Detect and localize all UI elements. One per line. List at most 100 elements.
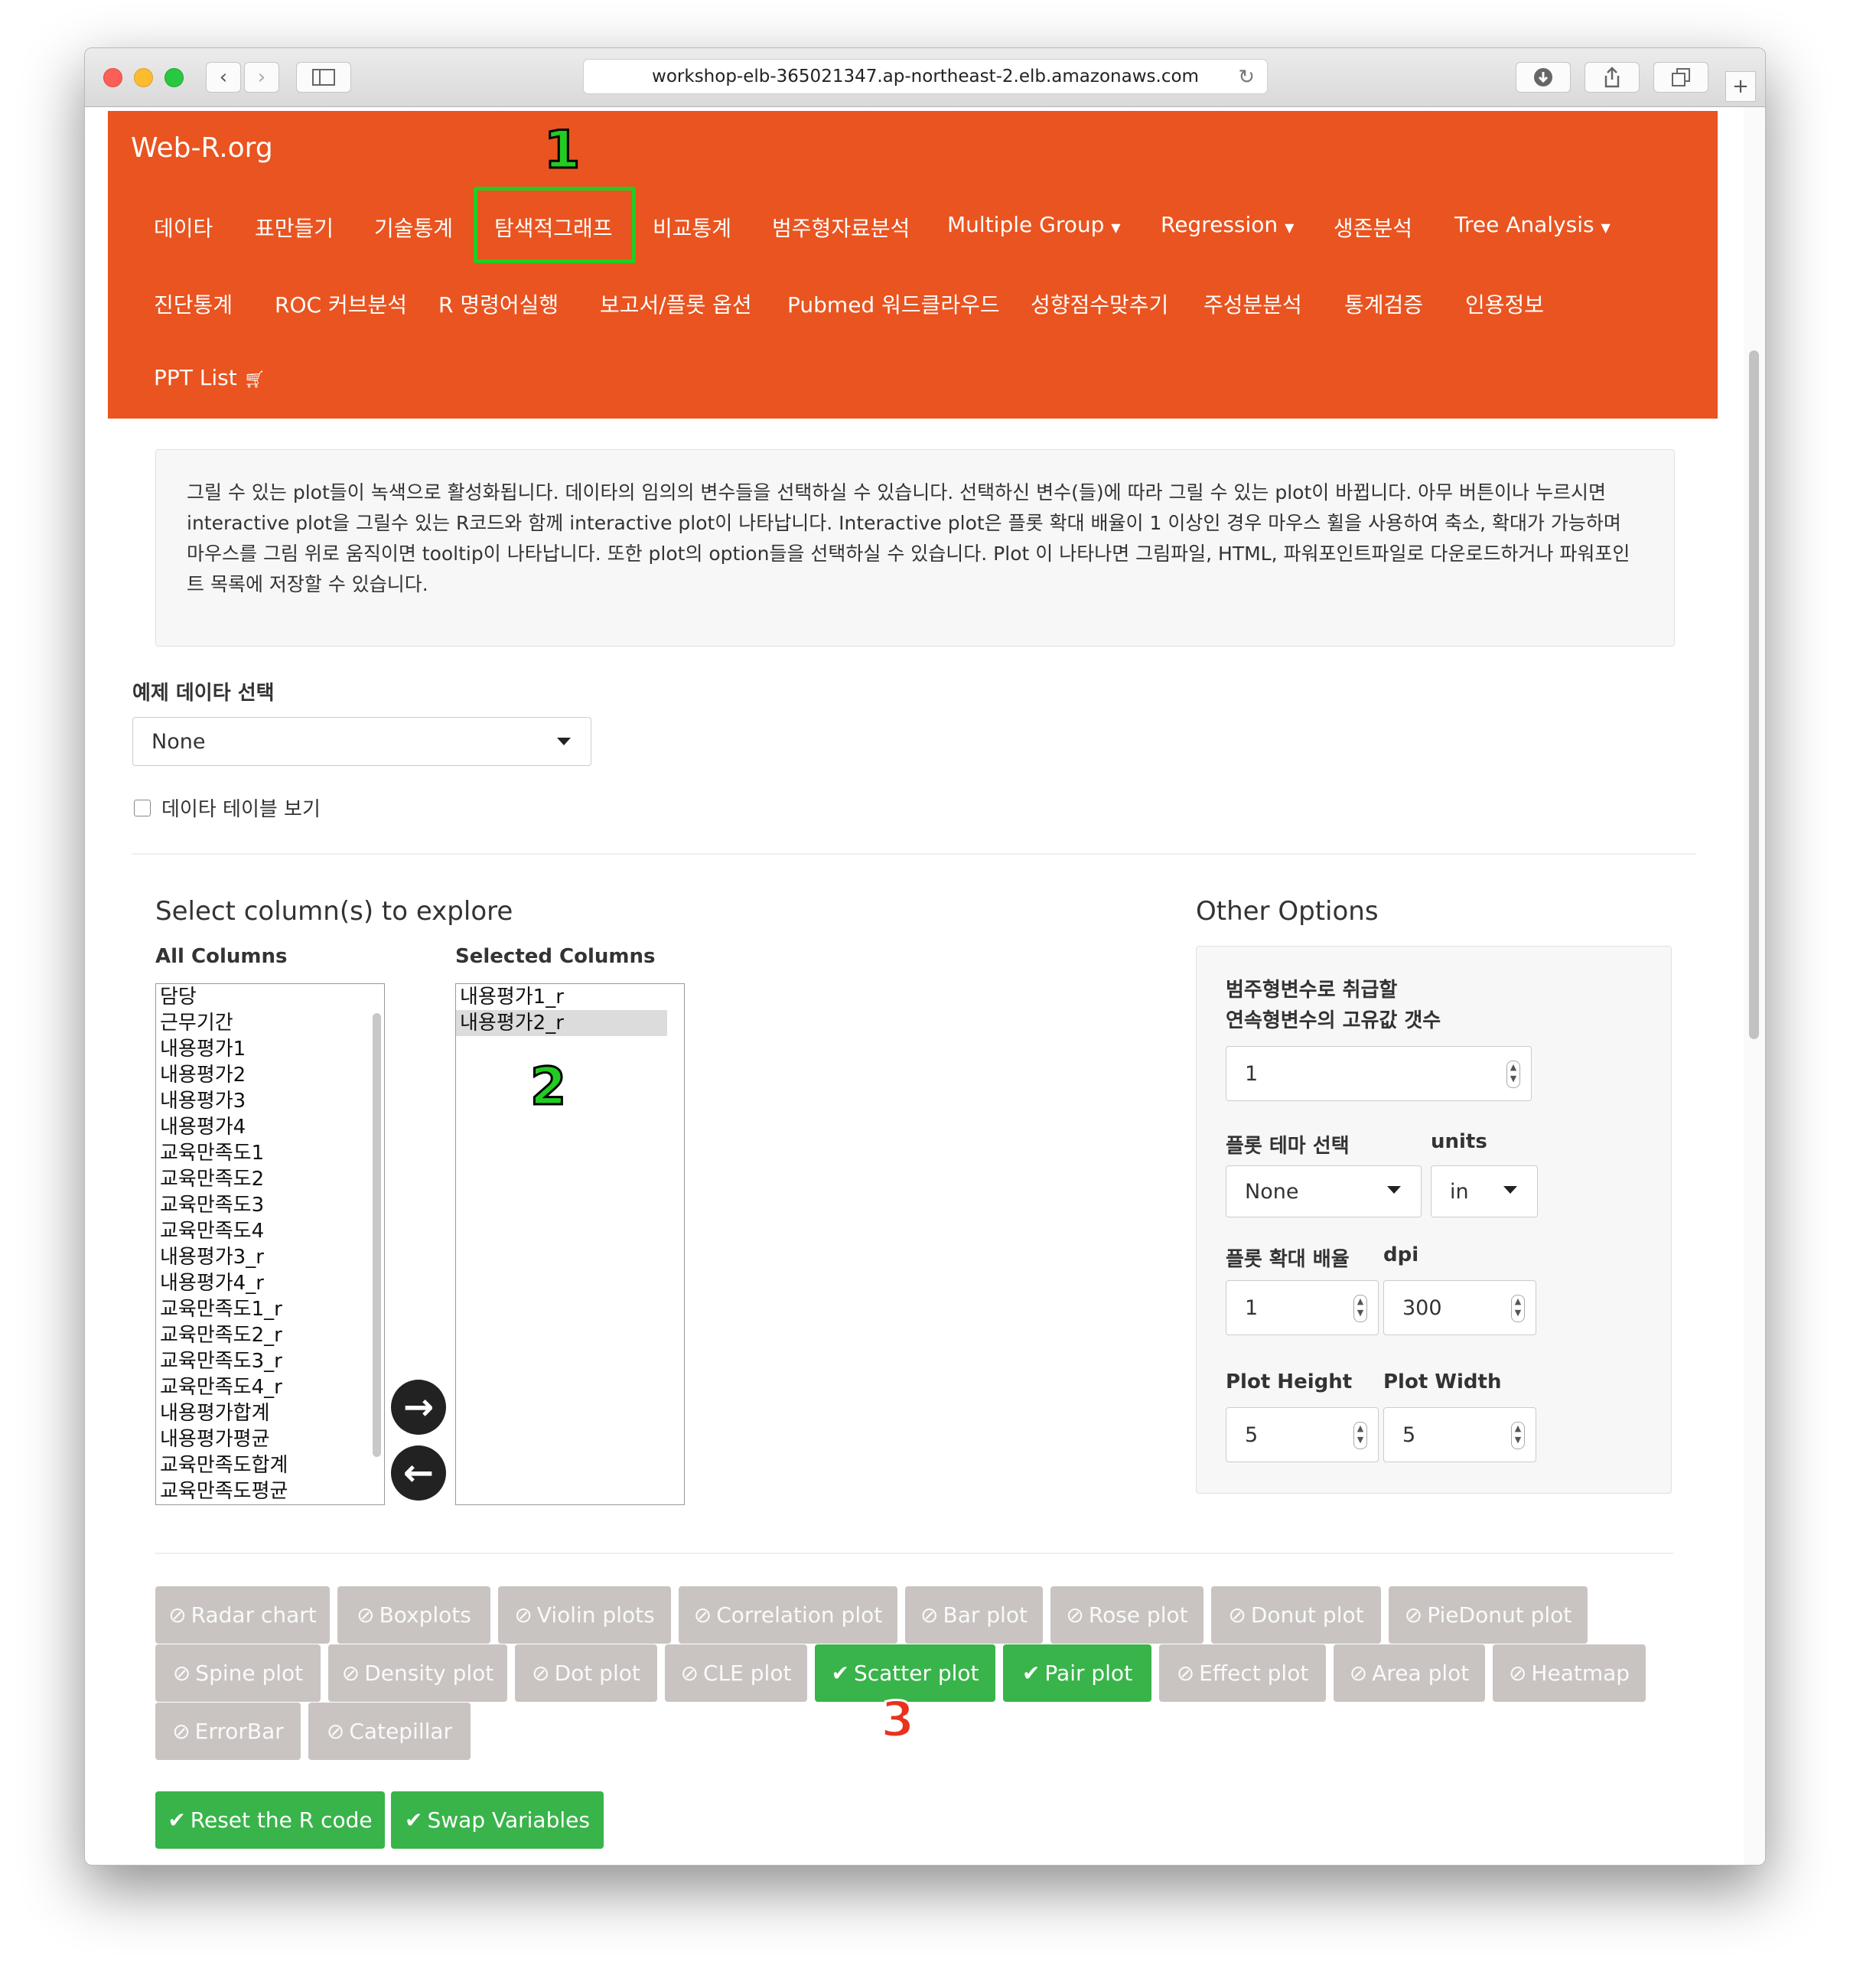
errorbar-button[interactable]: ⊘ ErrorBar [155, 1703, 301, 1760]
check-icon: ✔ [168, 1807, 186, 1833]
column-option[interactable]: 교육만족도4_r [156, 1374, 384, 1400]
units-select[interactable]: in [1431, 1165, 1538, 1217]
dot-plot-button[interactable]: ⊘ Dot plot [515, 1644, 657, 1702]
nav-item-descriptive[interactable]: 기술통계 [374, 212, 453, 243]
heatmap-button[interactable]: ⊘ Heatmap [1493, 1644, 1646, 1702]
nav-item-data[interactable]: 데이타 [154, 212, 213, 243]
nav-item-ppt-list[interactable]: PPT List 🛒︎ [154, 365, 265, 390]
column-option[interactable]: 교육만족도1 [156, 1140, 384, 1166]
area-plot-button[interactable]: ⊘ Area plot [1334, 1644, 1485, 1702]
catepillar-button[interactable]: ⊘ Catepillar [308, 1703, 471, 1760]
piedonut-plot-button[interactable]: ⊘ PieDonut plot [1389, 1586, 1588, 1644]
unique-values-input[interactable]: 1 ▲ ▼ [1226, 1046, 1532, 1101]
cle-plot-button[interactable]: ⊘ CLE plot [665, 1644, 807, 1702]
page-scrollbar[interactable] [1744, 107, 1765, 1865]
rose-plot-button[interactable]: ⊘ Rose plot [1050, 1586, 1203, 1644]
column-option[interactable]: 내용평가2 [156, 1062, 384, 1088]
nav-item-r-command[interactable]: R 명령어실행 [438, 288, 559, 319]
share-icon [1604, 67, 1620, 88]
plot-width-input[interactable]: 5 ▲ ▼ [1383, 1407, 1536, 1462]
minimize-window-button[interactable] [134, 68, 153, 87]
nav-item-stat-test[interactable]: 통계검증 [1344, 288, 1423, 319]
radar-chart-button[interactable]: ⊘ Radar chart [155, 1586, 330, 1644]
share-button[interactable] [1585, 62, 1640, 93]
forward-button[interactable]: › [244, 62, 279, 93]
nav-item-regression[interactable]: Regression ▼ [1161, 212, 1294, 237]
effect-plot-button[interactable]: ⊘ Effect plot [1159, 1644, 1326, 1702]
column-option[interactable]: 내용평가4_r [156, 1270, 384, 1296]
list-scrollbar[interactable] [373, 1013, 381, 1457]
nav-item-report-options[interactable]: 보고서/플롯 옵션 [600, 288, 752, 319]
address-bar[interactable]: workshop-elb-365021347.ap-northeast-2.el… [583, 59, 1268, 94]
boxplots-button[interactable]: ⊘ Boxplots [337, 1586, 490, 1644]
reload-icon[interactable]: ↻ [1238, 66, 1255, 89]
column-option[interactable]: 교육만족도3_r [156, 1348, 384, 1374]
reset-r-code-button[interactable]: ✔ Reset the R code [155, 1791, 385, 1849]
column-option[interactable]: 담당 [156, 984, 384, 1010]
nav-item-roc[interactable]: ROC 커브분석 [275, 288, 407, 319]
brand-logo[interactable]: Web-R.org [131, 132, 273, 164]
close-window-button[interactable] [103, 68, 122, 87]
nav-item-survival[interactable]: 생존분석 [1334, 212, 1412, 243]
downloads-button[interactable] [1516, 62, 1571, 93]
selected-columns-list[interactable]: 내용평가1_r 내용평가2_r [455, 983, 685, 1505]
nav-item-exploratory-graph[interactable]: 탐색적그래프 [494, 212, 613, 243]
plot-height-input[interactable]: 5 ▲ ▼ [1226, 1407, 1379, 1462]
stepper-icon[interactable]: ▲ ▼ [1511, 1295, 1525, 1322]
column-option[interactable]: 내용평가4 [156, 1114, 384, 1140]
column-option[interactable]: 교육만족도3 [156, 1192, 384, 1218]
nav-item-categorical[interactable]: 범주형자료분석 [772, 212, 910, 243]
column-option[interactable]: 내용평가합계 [156, 1400, 384, 1426]
column-option[interactable]: 내용평가3 [156, 1088, 384, 1114]
nav-item-comparison[interactable]: 비교통계 [653, 212, 731, 243]
column-option[interactable]: 교육만족도4 [156, 1218, 384, 1244]
selected-column-option[interactable]: 내용평가2_r [456, 1010, 667, 1036]
column-option[interactable]: 내용평가3_r [156, 1244, 384, 1270]
selected-columns-items: 내용평가1_r 내용평가2_r [456, 984, 684, 1036]
back-button[interactable]: ‹ [206, 62, 241, 93]
stepper-icon[interactable]: ▲ ▼ [1353, 1295, 1367, 1322]
zoom-input[interactable]: 1 ▲ ▼ [1226, 1280, 1379, 1335]
bar-plot-button[interactable]: ⊘ Bar plot [905, 1586, 1043, 1644]
column-option[interactable]: 교육만족도합계 [156, 1452, 384, 1478]
density-plot-button[interactable]: ⊘ Density plot [328, 1644, 507, 1702]
violin-plots-button[interactable]: ⊘ Violin plots [498, 1586, 671, 1644]
nav-item-diagnostic[interactable]: 진단통계 [154, 288, 233, 319]
column-option[interactable]: 교육만족도2 [156, 1166, 384, 1192]
scrollbar-thumb[interactable] [1749, 350, 1759, 1039]
column-option[interactable]: 교육만족도평균 [156, 1478, 384, 1504]
nav-item-table[interactable]: 표만들기 [255, 212, 334, 243]
swap-variables-button[interactable]: ✔ Swap Variables [391, 1791, 604, 1849]
example-data-select[interactable]: None [132, 717, 591, 766]
nav-item-pubmed-wordcloud[interactable]: Pubmed 워드클라우드 [787, 288, 1000, 319]
nav-item-propensity[interactable]: 성향점수맞추기 [1031, 288, 1168, 319]
show-table-checkbox[interactable] [134, 800, 151, 816]
dpi-input[interactable]: 300 ▲ ▼ [1383, 1280, 1536, 1335]
column-option[interactable]: 교육만족도1_r [156, 1296, 384, 1322]
column-option[interactable]: 교육만족도2_r [156, 1322, 384, 1348]
selected-column-option[interactable]: 내용평가1_r [456, 984, 684, 1010]
theme-select[interactable]: None [1226, 1165, 1422, 1217]
column-option[interactable]: 내용평가평균 [156, 1426, 384, 1452]
nav-item-citation[interactable]: 인용정보 [1465, 288, 1544, 319]
pair-plot-button[interactable]: ✔ Pair plot [1003, 1644, 1151, 1702]
donut-plot-button[interactable]: ⊘ Donut plot [1211, 1586, 1381, 1644]
column-option[interactable]: 내용평가1 [156, 1036, 384, 1062]
add-column-button[interactable]: → [391, 1380, 446, 1435]
stepper-icon[interactable]: ▲ ▼ [1353, 1422, 1367, 1449]
tabs-button[interactable] [1653, 62, 1708, 93]
stepper-icon[interactable]: ▲ ▼ [1506, 1061, 1520, 1088]
nav-item-pca[interactable]: 주성분분석 [1203, 288, 1302, 319]
nav-item-tree-analysis[interactable]: Tree Analysis ▼ [1454, 212, 1611, 237]
correlation-plot-button[interactable]: ⊘ Correlation plot [679, 1586, 897, 1644]
new-tab-button[interactable]: + [1725, 71, 1756, 102]
zoom-window-button[interactable] [164, 68, 184, 87]
divider [132, 853, 1696, 855]
all-columns-list[interactable]: 담당 근무기간 내용평가1 내용평가2 내용평가3 내용평가4 교육만족도1 교육만족도2 교육… [155, 983, 385, 1505]
remove-column-button[interactable]: ← [391, 1445, 446, 1501]
stepper-icon[interactable]: ▲ ▼ [1511, 1422, 1525, 1449]
spine-plot-button[interactable]: ⊘ Spine plot [155, 1644, 321, 1702]
column-option[interactable]: 근무기간 [156, 1010, 384, 1036]
sidebar-toggle-button[interactable] [296, 62, 351, 93]
nav-item-multiple-group[interactable]: Multiple Group ▼ [947, 212, 1121, 237]
